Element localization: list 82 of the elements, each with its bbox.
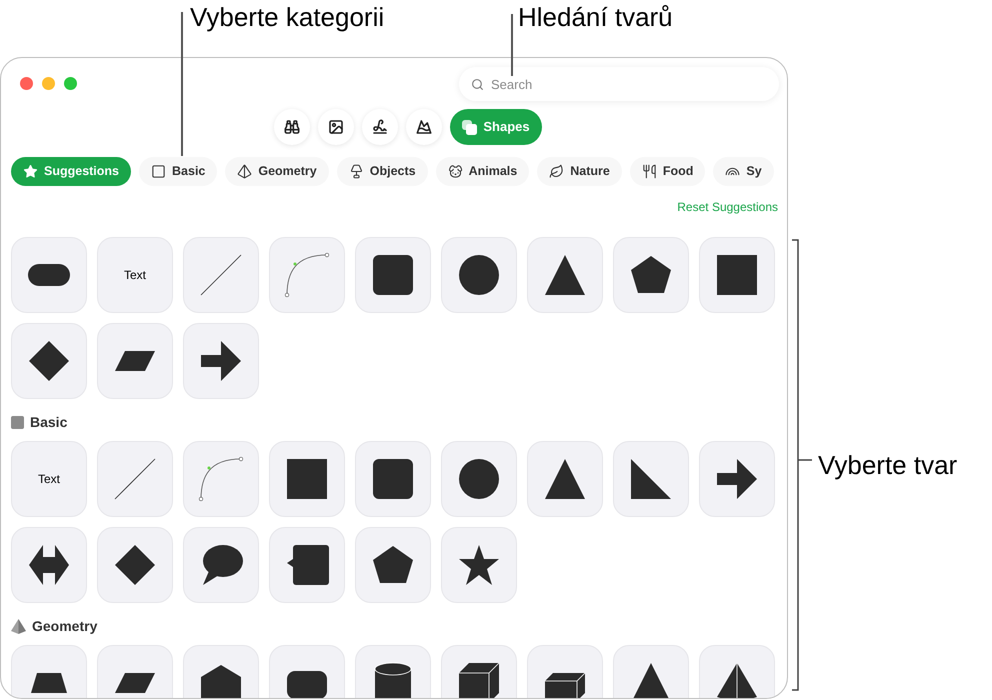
shape-tile[interactable] (183, 527, 259, 603)
rounded-square-icon (371, 457, 415, 501)
callout-label: Vyberte tvar (818, 448, 958, 482)
category-tab[interactable]: Animals (436, 157, 530, 186)
shape-tile[interactable] (97, 441, 173, 517)
shape-tile[interactable] (11, 323, 87, 399)
rounded-square-icon (371, 253, 415, 297)
shape-tile[interactable] (183, 323, 259, 399)
shape-tile[interactable] (527, 441, 603, 517)
double-arrow-icon (27, 543, 71, 587)
section-title: Geometry (32, 616, 98, 636)
triangle-icon (543, 253, 587, 297)
triangle-icon (543, 457, 587, 501)
mode-button[interactable] (362, 109, 398, 145)
shape-tile[interactable] (269, 527, 345, 603)
shape-tile[interactable] (183, 237, 259, 313)
shape-tile[interactable] (699, 237, 775, 313)
mode-button[interactable] (274, 109, 310, 145)
shape-tile[interactable] (11, 527, 87, 603)
shapes-icon (462, 120, 478, 134)
category-tab[interactable]: Basic (139, 157, 218, 186)
shape-tile[interactable] (269, 237, 345, 313)
shape-tile[interactable] (613, 237, 689, 313)
mode-button[interactable] (406, 109, 442, 145)
circle-icon (457, 253, 501, 297)
category-tab[interactable]: Geometry (225, 157, 329, 186)
section-title: Basic (30, 412, 68, 432)
shape-tile[interactable] (97, 323, 173, 399)
right-triangle-icon (629, 457, 673, 501)
pyramid-icon (237, 164, 252, 179)
square-icon (285, 457, 329, 501)
leaf-icon (549, 164, 564, 179)
square-icon (151, 164, 166, 179)
mountains-icon (416, 119, 432, 135)
utensils-icon (642, 164, 657, 179)
dog-icon (448, 164, 463, 179)
diamond-icon (113, 543, 157, 587)
line-icon (199, 253, 243, 297)
binoculars-icon (284, 119, 300, 135)
category-tab[interactable]: Nature (537, 157, 622, 186)
shape-tile[interactable] (527, 237, 603, 313)
arrow-icon (715, 457, 759, 501)
shape-tile[interactable] (355, 527, 431, 603)
shape-tile[interactable]: Text (11, 441, 87, 517)
pyramid-icon (11, 618, 26, 634)
mode-button[interactable] (318, 109, 354, 145)
search-icon (471, 78, 484, 91)
pill-icon (28, 264, 70, 286)
diamond-icon (27, 339, 71, 383)
search-field[interactable]: Search (459, 67, 779, 101)
shape-tile[interactable] (441, 237, 517, 313)
category-tab[interactable]: Sy (713, 157, 774, 186)
shape-tile[interactable] (441, 527, 517, 603)
shape-tile[interactable] (183, 441, 259, 517)
shape-tile[interactable] (699, 441, 775, 517)
lamp-icon (348, 164, 364, 179)
shape-tile[interactable] (97, 527, 173, 603)
circle-icon (457, 457, 501, 501)
callout-square-icon (285, 543, 329, 587)
square-icon (11, 416, 24, 428)
callout-label: Hledání tvarů (518, 1, 673, 34)
arrow-icon (199, 339, 243, 383)
star-icon (457, 543, 501, 587)
leader-line (511, 14, 513, 76)
callout-label: Vyberte kategorii (190, 1, 384, 34)
shape-tile[interactable] (269, 441, 345, 517)
shape-tile[interactable] (355, 441, 431, 517)
category-tab[interactable]: Food (630, 157, 706, 186)
line-icon (113, 457, 157, 501)
shape-tile[interactable] (613, 441, 689, 517)
star-icon (23, 164, 38, 179)
square-icon (715, 253, 759, 297)
category-tab[interactable]: Objects (336, 157, 428, 186)
scribble-icon (372, 119, 388, 135)
curve-icon (285, 253, 329, 297)
image-icon (328, 119, 344, 135)
shape-tile[interactable] (441, 441, 517, 517)
shape-tile[interactable]: Text (97, 237, 173, 313)
shape-tile[interactable] (355, 237, 431, 313)
curve-icon (199, 457, 243, 501)
shape-tile[interactable] (11, 237, 87, 313)
close-button[interactable] (20, 77, 33, 90)
